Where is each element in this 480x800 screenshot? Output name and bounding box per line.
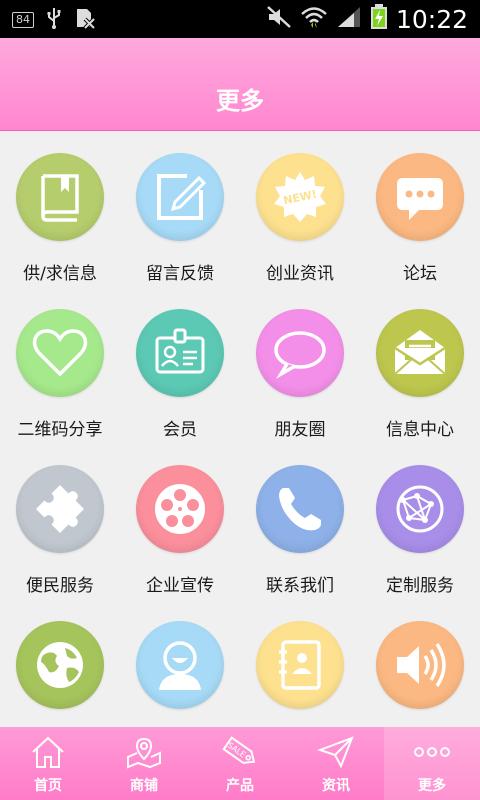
svg-text:SALE: SALE [226, 741, 248, 760]
film-reel-icon [155, 484, 205, 534]
tab-label: 更多 [418, 778, 446, 794]
tab-shops[interactable]: 商铺 [96, 727, 192, 800]
network-globe-icon [396, 485, 444, 533]
usb-icon [46, 7, 62, 33]
edit-icon [157, 174, 207, 220]
menu-item-circle [256, 621, 344, 709]
menu-item-circle [136, 465, 224, 553]
wifi-icon [300, 5, 328, 33]
menu-item-contact-us[interactable]: 联系我们 [240, 443, 360, 599]
phone-icon [279, 488, 321, 531]
menu-item-address-book[interactable] [240, 599, 360, 727]
tab-label: 产品 [226, 778, 254, 794]
menu-item-label: 便民服务 [26, 576, 94, 596]
speech-bubble-icon [274, 331, 326, 379]
menu-item-circle [376, 621, 464, 709]
new-badge-icon: NEW! [274, 172, 326, 222]
menu-item-label: 朋友圈 [274, 420, 326, 440]
tab-label: 商铺 [130, 778, 158, 794]
menu-item-custom-service[interactable]: 定制服务 [360, 443, 480, 599]
smiley-user-icon [159, 641, 201, 690]
menu-item-circle [136, 153, 224, 241]
mail-icon [394, 330, 446, 375]
menu-item-forum[interactable]: 论坛 [360, 131, 480, 287]
menu-item-circle [376, 309, 464, 397]
sale-tag-icon: SALE [219, 733, 261, 771]
menu-item-circle: NEW! [256, 153, 344, 241]
home-icon [30, 733, 66, 771]
menu-item-circle [16, 309, 104, 397]
menu-item-circle [256, 465, 344, 553]
menu-item-friends-circle[interactable]: 朋友圈 [240, 287, 360, 443]
more-dots-icon [412, 733, 452, 771]
menu-item-convenience-service[interactable]: 便民服务 [0, 443, 120, 599]
tab-home[interactable]: 首页 [0, 727, 96, 800]
tab-news[interactable]: 资讯 [288, 727, 384, 800]
bottom-tab-bar: 首页 商铺 SALE 产品 资讯 更多 [0, 727, 480, 800]
menu-item-speaker[interactable] [360, 599, 480, 727]
menu-item-label: 创业资讯 [266, 264, 334, 284]
menu-item-circle [136, 621, 224, 709]
menu-item-circle [16, 621, 104, 709]
menu-item-globe[interactable] [0, 599, 120, 727]
globe-icon [37, 642, 83, 688]
menu-item-circle [256, 309, 344, 397]
speaker-icon [397, 643, 446, 687]
menu-item-supply-demand[interactable]: 供/求信息 [0, 131, 120, 287]
menu-item-label: 供/求信息 [23, 264, 97, 284]
address-book-icon [279, 640, 321, 690]
chat-bubble-icon [397, 178, 443, 220]
page-title: 更多 [216, 87, 264, 115]
tab-products[interactable]: SALE 产品 [192, 727, 288, 800]
paper-plane-icon [317, 733, 355, 771]
menu-item-label: 二维码分享 [17, 420, 103, 440]
menu-item-startup-news[interactable]: NEW! 创业资讯 [240, 131, 360, 287]
status-bar: 84 10:22 [0, 0, 480, 38]
status-right: 10:22 [266, 0, 468, 38]
tab-label: 首页 [34, 778, 62, 794]
menu-item-label: 定制服务 [386, 576, 454, 596]
menu-item-corporate-promo[interactable]: 企业宣传 [120, 443, 240, 599]
menu-item-circle [136, 309, 224, 397]
menu-item-label: 会员 [163, 420, 197, 440]
menu-item-label: 企业宣传 [146, 576, 214, 596]
clock: 10:22 [395, 4, 468, 34]
sim-blocked-icon [74, 7, 96, 33]
menu-item-label: 论坛 [403, 264, 437, 284]
tab-more[interactable]: 更多 [384, 727, 480, 800]
menu-item-member[interactable]: 会员 [120, 287, 240, 443]
heart-icon [32, 329, 88, 377]
menu-item-circle [16, 465, 104, 553]
menu-item-label: 留言反馈 [146, 264, 214, 284]
menu-item-label: 联系我们 [266, 576, 334, 596]
menu-item-user[interactable] [120, 599, 240, 727]
menu-item-qrcode-share[interactable]: 二维码分享 [0, 287, 120, 443]
menu-item-circle [376, 153, 464, 241]
menu-item-circle [376, 465, 464, 553]
puzzle-icon [35, 484, 85, 534]
menu-item-info-center[interactable]: 信息中心 [360, 287, 480, 443]
menu-grid: 供/求信息 留言反馈 NEW! 创业资讯 论坛 二维码分享 会员 朋友圈 信息中… [0, 131, 480, 727]
menu-item-label: 信息中心 [386, 420, 454, 440]
menu-item-feedback[interactable]: 留言反馈 [120, 131, 240, 287]
book-icon [41, 174, 79, 222]
tab-label: 资讯 [322, 778, 350, 794]
battery-icon [370, 4, 388, 34]
page-header: 更多 [0, 38, 480, 131]
id-card-icon [155, 328, 205, 374]
shop-map-icon [125, 733, 163, 771]
notification-count-badge: 84 [12, 12, 34, 28]
status-left: 84 [12, 7, 96, 33]
signal-icon [336, 5, 362, 33]
menu-item-circle [16, 153, 104, 241]
mute-icon [266, 5, 292, 33]
